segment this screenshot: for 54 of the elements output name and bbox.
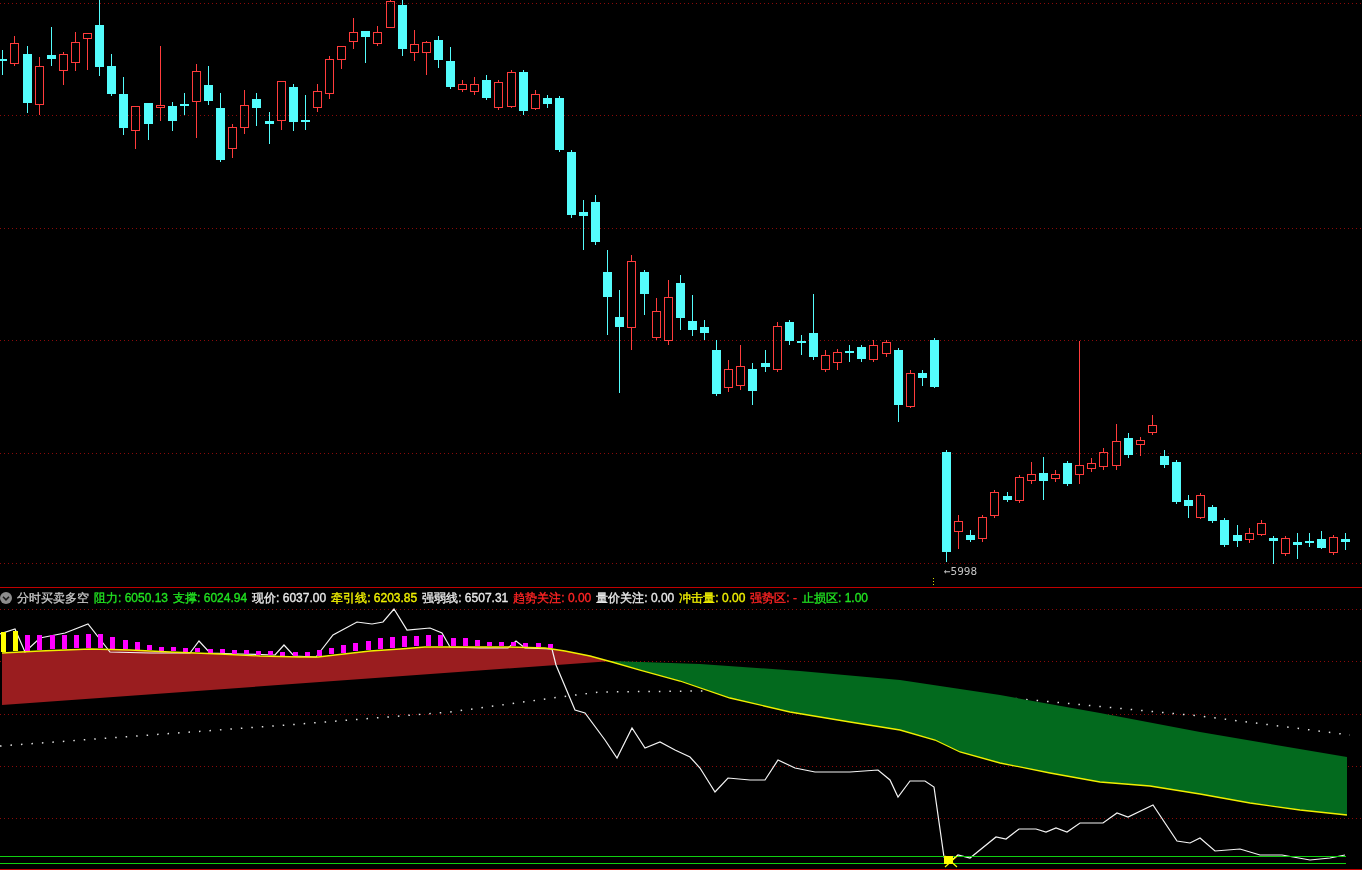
momentum-bar xyxy=(451,638,456,646)
momentum-bar xyxy=(147,645,152,650)
momentum-bar xyxy=(353,643,358,651)
momentum-bar xyxy=(268,651,273,655)
momentum-bar xyxy=(208,649,213,653)
low-price-label: ←5998 xyxy=(944,565,978,578)
momentum-bar xyxy=(74,635,79,648)
momentum-bar xyxy=(171,647,176,651)
momentum-bar xyxy=(426,635,431,646)
momentum-bar xyxy=(317,650,322,656)
indicator-readout: 牵引线: 6203.85 xyxy=(331,589,418,607)
indicator-readout: 支撑: 6024.94 xyxy=(173,589,248,607)
cross-marker-icon xyxy=(944,855,958,868)
indicator-name: 分时买卖多空 xyxy=(17,589,89,607)
indicator-readout: 趋势关注: 0.00 xyxy=(513,589,592,607)
momentum-bar xyxy=(110,637,115,649)
momentum-bar xyxy=(280,652,285,656)
momentum-bar xyxy=(244,650,249,654)
momentum-bar xyxy=(159,647,164,651)
momentum-bar xyxy=(329,648,334,654)
momentum-bar xyxy=(25,635,30,651)
momentum-bar xyxy=(98,634,103,648)
momentum-bar xyxy=(50,635,55,649)
momentum-bar xyxy=(1,632,6,652)
momentum-bar xyxy=(305,652,310,656)
indicator-readout: 冲击量: 0.00 xyxy=(679,589,746,607)
momentum-bar xyxy=(123,640,128,649)
momentum-bar xyxy=(341,645,346,653)
momentum-bar xyxy=(135,642,140,650)
momentum-bar xyxy=(463,638,468,646)
chevron-down-icon[interactable] xyxy=(0,592,12,604)
indicator-readout: 阻力: 6050.13 xyxy=(94,589,169,607)
momentum-bar xyxy=(293,652,298,656)
indicator-readout: 止损区: 1.00 xyxy=(802,589,869,607)
momentum-bar xyxy=(378,638,383,649)
momentum-bar xyxy=(13,631,18,651)
momentum-bar xyxy=(390,637,395,648)
momentum-bar xyxy=(195,648,200,652)
momentum-bar xyxy=(62,635,67,649)
momentum-bar xyxy=(438,635,443,646)
momentum-bar xyxy=(232,650,237,654)
indicator-readout: 量价关注: 0.00 xyxy=(596,589,675,607)
momentum-bar xyxy=(220,649,225,653)
momentum-bar xyxy=(366,641,371,650)
indicator-readout: 强势区: - xyxy=(750,589,797,607)
momentum-bar xyxy=(402,636,407,647)
momentum-bar xyxy=(86,634,91,648)
momentum-bar xyxy=(256,651,261,655)
indicator-readout: 现价: 6037.00 xyxy=(252,589,327,607)
momentum-bar xyxy=(37,635,42,650)
momentum-bar xyxy=(183,648,188,652)
momentum-bar xyxy=(414,636,419,646)
indicator-readout: 强弱线: 6507.31 xyxy=(422,589,509,607)
momentum-bar xyxy=(475,640,480,646)
